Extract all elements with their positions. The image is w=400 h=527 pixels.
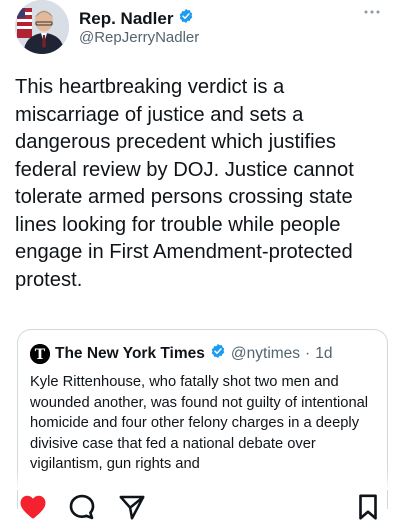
svg-text:T: T [35,347,46,363]
quoted-tweet-text: Kyle Rittenhouse, who fatally shot two m… [30,374,369,473]
quoted-timestamp[interactable]: 1d [315,345,332,363]
reply-icon[interactable] [67,492,97,522]
author-name[interactable]: Rep. Nadler [79,9,173,29]
bookmark-icon[interactable] [353,492,383,522]
more-icon[interactable] [360,4,384,20]
nyt-logo-icon: T [30,343,50,364]
avatar[interactable] [15,0,69,54]
quoted-author-handle[interactable]: @nytimes [231,345,300,363]
tweet-text: This heartbreaking verdict is a miscarri… [15,76,354,291]
quoted-author-name[interactable]: The New York Times [55,345,205,363]
verified-badge-icon [210,343,226,364]
verified-badge-icon [178,8,194,29]
author-name-row[interactable]: Rep. Nadler [79,8,194,29]
action-bar [0,486,400,526]
heart-icon[interactable] [18,492,48,522]
author-handle[interactable]: @RepJerryNadler [79,29,199,46]
timestamp-separator: · [305,344,311,362]
tweet-header: Rep. Nadler @RepJerryNadler [0,0,400,62]
send-icon[interactable] [117,492,147,522]
quoted-tweet-header: T The New York Times @nytimes · 1d [30,343,332,364]
